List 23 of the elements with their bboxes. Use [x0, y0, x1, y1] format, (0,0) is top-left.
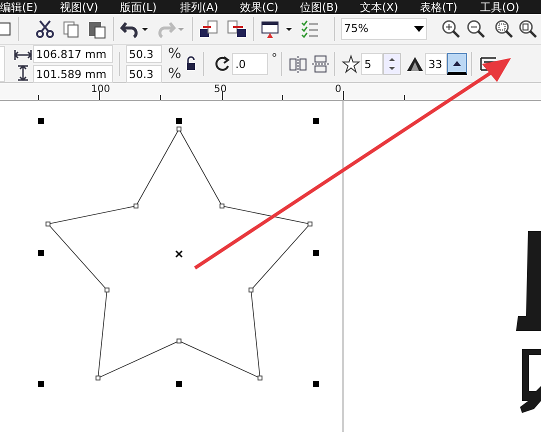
points-field[interactable]: 5	[361, 52, 384, 74]
width-field[interactable]: 106.817 mm	[33, 44, 113, 62]
menu-item[interactable]: 效果(C)	[240, 0, 300, 14]
ruler-label: 50	[214, 84, 227, 95]
height-field[interactable]: 101.589 mm	[33, 64, 113, 82]
menu-item[interactable]: 视图(V)	[60, 0, 120, 14]
menu-item[interactable]: 版面(L)	[120, 0, 180, 14]
percent-unit: %	[168, 44, 182, 62]
percent-unit: %	[168, 64, 182, 82]
menu-item[interactable]: 位图(B)	[300, 0, 360, 14]
menu-item[interactable]: 工具(O)	[480, 0, 540, 14]
sharpness-field[interactable]: 33	[425, 52, 448, 74]
ruler-label: 100	[91, 84, 110, 95]
menu-item[interactable]: 文本(X)	[360, 0, 420, 14]
ruler-label: 0	[335, 84, 342, 95]
zoom-dropdown[interactable]: 75%	[341, 18, 427, 40]
menu-item[interactable]: 编辑(E)	[0, 0, 60, 14]
scale-y-field[interactable]: 50.3	[126, 64, 162, 82]
rotation-field[interactable]: .0	[232, 52, 268, 74]
scale-x-field[interactable]: 50.3	[126, 44, 162, 62]
degree-unit: °	[271, 51, 278, 65]
menu-item[interactable]: 排列(A)	[180, 0, 240, 14]
menu-item[interactable]: 表格(T)	[420, 0, 480, 14]
